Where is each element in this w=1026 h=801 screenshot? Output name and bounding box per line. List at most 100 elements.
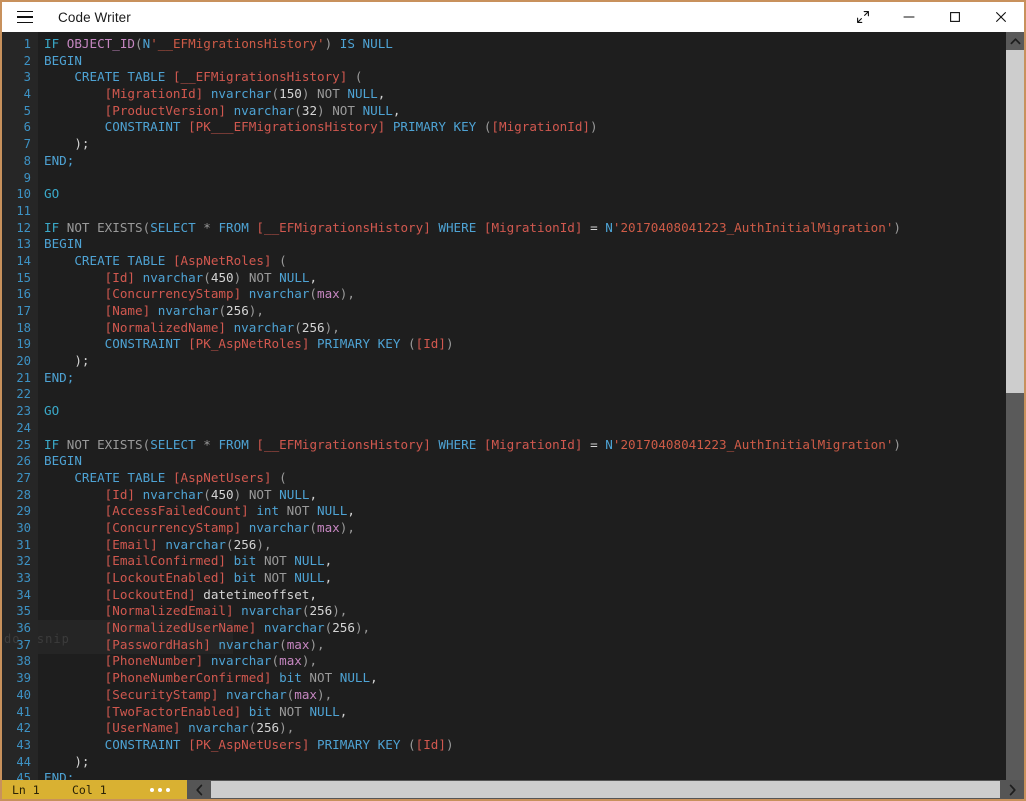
code-token: int	[256, 503, 280, 519]
code-token: nvarchar	[241, 603, 302, 619]
horizontal-scroll-thumb[interactable]	[211, 781, 1000, 798]
horizontal-scroll-track[interactable]	[211, 780, 1000, 799]
line-content: IF NOT EXISTS(SELECT * FROM [__EFMigrati…	[38, 437, 901, 454]
vertical-scroll-thumb[interactable]	[1006, 50, 1024, 394]
line-number: 8	[23, 153, 31, 168]
code-token: ,	[392, 102, 401, 118]
line-number: 45	[16, 771, 31, 780]
code-token: NULL	[309, 703, 340, 719]
line-content: [NormalizedName] nvarchar(256),	[38, 320, 340, 337]
code-token: )	[445, 336, 454, 352]
code-token: NOT EXISTS	[66, 219, 143, 235]
code-token: nvarchar	[233, 319, 295, 335]
code-token: NULL	[294, 553, 325, 569]
scroll-left-button[interactable]	[187, 780, 211, 799]
code-token: '__EFMigrationsHistory'	[150, 36, 325, 51]
minimize-button[interactable]	[886, 2, 932, 32]
code-token: nvarchar	[210, 653, 272, 669]
close-x-icon	[996, 12, 1006, 22]
line-content: CREATE TABLE [AspNetRoles] (	[38, 252, 286, 270]
code-token: [AspNetRoles]	[172, 252, 272, 268]
code-token: (	[271, 86, 280, 102]
hamburger-menu-icon[interactable]	[2, 2, 48, 32]
code-token: bit	[248, 703, 272, 719]
code-token: NOT	[263, 553, 287, 569]
status-bar-left[interactable]: Ln 1 Col 1	[2, 780, 187, 799]
code-token: GO	[44, 403, 60, 419]
code-token: nvarchar	[226, 686, 287, 702]
horizontal-scrollbar[interactable]	[187, 780, 1024, 799]
code-line: 7 );	[2, 136, 1006, 153]
code-token: NOT	[317, 86, 340, 102]
code-token: nvarchar	[157, 303, 219, 318]
vertical-scroll-track[interactable]	[1006, 50, 1024, 780]
code-line: 36 [NormalizedUserName] nvarchar(256),	[2, 620, 1006, 637]
code-token: [EmailConfirmed]	[104, 553, 226, 569]
code-line: 8 END;	[2, 153, 1006, 170]
close-button[interactable]	[978, 2, 1024, 32]
code-token: (	[271, 653, 280, 669]
vertical-scrollbar[interactable]	[1006, 32, 1024, 780]
scroll-right-button[interactable]	[1000, 780, 1024, 799]
code-token: ,	[309, 269, 318, 285]
code-token: NOT	[286, 503, 310, 519]
code-token: [ProductVersion]	[104, 102, 226, 118]
code-token: bit	[233, 553, 257, 569]
code-line: 38 [PhoneNumber] nvarchar(max),	[2, 653, 1006, 670]
code-line: 25 IF NOT EXISTS(SELECT * FROM [__EFMigra…	[2, 437, 1006, 454]
code-token: nvarchar	[142, 486, 204, 502]
code-token: ,	[324, 553, 333, 569]
code-text-area[interactable]: do snip 1IF OBJECT_ID(N'__EFMigrationsHi…	[2, 32, 1006, 780]
line-number: 10	[16, 187, 31, 202]
line-number: 44	[16, 754, 31, 769]
code-token: [__EFMigrationsHistory]	[256, 436, 431, 452]
code-token: [MigrationId]	[491, 119, 590, 135]
line-number: 6	[23, 120, 31, 135]
code-line: 4 [MigrationId] nvarchar(150) NOT NULL,	[2, 86, 1006, 103]
code-token: [Id]	[104, 486, 136, 502]
code-token: NULL	[362, 102, 393, 118]
line-number: 9	[23, 170, 31, 185]
code-token: FROM	[218, 219, 249, 235]
code-token: OBJECT_ID	[66, 36, 136, 51]
code-token: [SecurityStamp]	[104, 686, 219, 702]
code-token: [PhoneNumber]	[104, 653, 204, 669]
code-token: [MigrationId]	[483, 436, 583, 452]
line-content: [MigrationId] nvarchar(150) NOT NULL,	[38, 86, 386, 103]
code-token: nvarchar	[248, 286, 310, 302]
code-token: ),	[301, 653, 318, 669]
maximize-button[interactable]	[932, 2, 978, 32]
code-token: CREATE TABLE	[74, 252, 166, 268]
ellipsis-icon[interactable]	[150, 787, 170, 792]
restore-expand-button[interactable]	[840, 2, 886, 32]
code-token: (	[279, 469, 287, 485]
code-token: NOT	[332, 102, 355, 118]
scroll-up-button[interactable]	[1006, 32, 1024, 50]
code-token: (	[408, 336, 416, 352]
chevron-up-icon	[1010, 37, 1020, 44]
line-content: [EmailConfirmed] bit NOT NULL,	[38, 553, 333, 570]
code-token: datetimeoffset,	[203, 586, 317, 602]
code-token: max	[294, 686, 318, 702]
code-line: 33 [LockoutEnabled] bit NOT NULL,	[2, 570, 1006, 587]
code-line: 31 [Email] nvarchar(256),	[2, 537, 1006, 554]
code-token: [AccessFailedCount]	[104, 503, 249, 519]
code-token: )	[590, 119, 598, 135]
